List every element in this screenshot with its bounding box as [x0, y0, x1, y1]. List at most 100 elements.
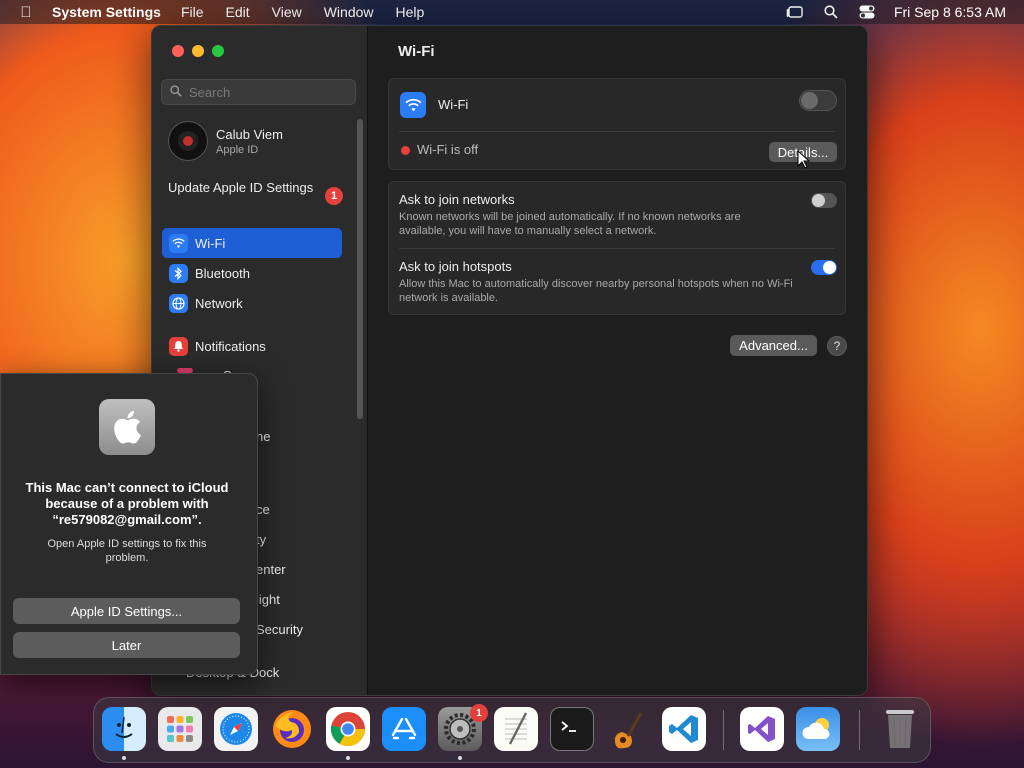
- menu-app-name[interactable]: System Settings: [52, 4, 161, 20]
- wifi-status: Wi-Fi is off: [417, 142, 479, 157]
- running-indicator: [346, 756, 350, 760]
- main-content: Wi-Fi Wi-Fi Wi-Fi is off Details... Ask …: [368, 26, 867, 695]
- sidebar-item-notifications[interactable]: Notifications: [162, 331, 342, 361]
- minimize-window-button[interactable]: [192, 45, 204, 57]
- notification-badge: 1: [325, 187, 343, 205]
- dock-separator: [723, 710, 724, 750]
- finder-icon: [115, 716, 133, 738]
- visual-studio-icon: [748, 716, 775, 742]
- wifi-icon: [169, 233, 188, 253]
- apple-id-settings-button[interactable]: Apple ID Settings...: [13, 598, 240, 624]
- safari-icon: [220, 713, 252, 745]
- dock-terminal[interactable]: [550, 707, 594, 751]
- dock-trash[interactable]: [878, 707, 922, 751]
- menu-file[interactable]: File: [181, 4, 204, 20]
- later-button[interactable]: Later: [13, 632, 240, 658]
- sidebar-item-label: Bluetooth: [195, 265, 250, 281]
- sidebar-item-partial-2[interactable]: ce: [256, 502, 270, 517]
- help-button[interactable]: ?: [827, 336, 847, 356]
- menu-edit[interactable]: Edit: [226, 4, 250, 20]
- trash-icon: [886, 710, 914, 748]
- close-window-button[interactable]: [172, 45, 184, 57]
- dock-safari[interactable]: [214, 707, 258, 751]
- dock-launchpad[interactable]: [158, 707, 202, 751]
- search-icon: [165, 84, 187, 100]
- mouse-cursor-icon: [797, 150, 811, 169]
- sidebar-item-partial-4[interactable]: enter: [256, 562, 286, 577]
- menu-help[interactable]: Help: [396, 4, 425, 20]
- page-title: Wi-Fi: [398, 43, 435, 60]
- ask-hotspots-toggle[interactable]: [811, 260, 837, 275]
- wifi-panel: Wi-Fi Wi-Fi is off Details...: [388, 78, 846, 170]
- ask-networks-toggle[interactable]: [811, 193, 837, 208]
- sidebar-item-wifi[interactable]: Wi-Fi: [162, 228, 342, 258]
- vscode-icon: [669, 715, 698, 743]
- dock-vscode[interactable]: [662, 707, 706, 751]
- bluetooth-icon: [169, 263, 188, 283]
- search-field[interactable]: [161, 79, 356, 105]
- dock-chrome[interactable]: [326, 707, 370, 751]
- bell-icon: [169, 336, 188, 356]
- dock-textedit[interactable]: [494, 707, 538, 751]
- divider: [399, 131, 835, 132]
- launchpad-icon: [167, 716, 193, 742]
- apple-menu-icon[interactable]: : [0, 4, 52, 21]
- running-indicator: [122, 756, 126, 760]
- wifi-icon: [400, 92, 426, 118]
- menu-bar:  System Settings File Edit View Window …: [0, 0, 1024, 24]
- guitar-icon: [614, 712, 643, 749]
- menu-window[interactable]: Window: [324, 4, 374, 20]
- dialog-title: This Mac can’t connect to iCloud because…: [25, 480, 229, 527]
- firefox-icon: [273, 710, 311, 748]
- chrome-icon: [330, 712, 365, 746]
- sidebar-item-label: Network: [195, 295, 243, 311]
- sidebar-scrollbar[interactable]: [357, 119, 363, 419]
- spotlight-search-icon[interactable]: [822, 5, 840, 19]
- app-store-icon: [391, 717, 417, 740]
- dock-firefox[interactable]: [270, 707, 314, 751]
- ask-hotspots-title: Ask to join hotspots: [399, 259, 512, 274]
- sidebar-item-partial-5[interactable]: light: [256, 592, 280, 607]
- update-apple-id-item[interactable]: Update Apple ID Settings 1: [168, 180, 343, 205]
- search-input[interactable]: [187, 83, 351, 101]
- dialog-message: Open Apple ID settings to fix this probl…: [47, 538, 207, 564]
- stage-manager-icon[interactable]: [786, 5, 804, 19]
- dock-system-settings[interactable]: 1: [438, 704, 488, 751]
- apple-logo-icon: [99, 399, 155, 455]
- dock-notification-badge: 1: [470, 704, 488, 722]
- advanced-button[interactable]: Advanced...: [730, 335, 817, 356]
- divider: [399, 248, 835, 249]
- control-center-icon[interactable]: [858, 5, 876, 19]
- terminal-icon: [561, 721, 576, 732]
- menu-view[interactable]: View: [272, 4, 302, 20]
- sidebar-item-network[interactable]: Network: [162, 288, 342, 318]
- sidebar-item-label: Wi-Fi: [195, 235, 226, 251]
- weather-icon: [802, 718, 830, 739]
- dock-separator: [859, 710, 860, 750]
- menu-clock[interactable]: Fri Sep 8 6:53 AM: [894, 4, 1006, 20]
- wifi-label: Wi-Fi: [438, 97, 469, 112]
- sidebar-item-bluetooth[interactable]: Bluetooth: [162, 258, 342, 288]
- system-settings-window: Calub Viem Apple ID Update Apple ID Sett…: [151, 25, 868, 696]
- sidebar-item-partial-6[interactable]: Security: [256, 622, 303, 637]
- wifi-toggle[interactable]: [799, 90, 837, 111]
- sidebar-item-label: Notifications: [195, 338, 266, 354]
- apple-id-account[interactable]: Calub Viem Apple ID: [168, 121, 283, 161]
- sidebar-item-partial-1[interactable]: ne: [256, 429, 270, 444]
- zoom-window-button[interactable]: [212, 45, 224, 57]
- dock-app-store[interactable]: [382, 707, 426, 751]
- textedit-icon: [505, 712, 528, 745]
- dock-finder[interactable]: [102, 707, 146, 751]
- icloud-error-dialog: This Mac can’t connect to iCloud because…: [0, 373, 258, 675]
- dock-garageband[interactable]: [606, 707, 650, 751]
- dock-weather[interactable]: [796, 707, 840, 751]
- running-indicator: [458, 756, 462, 760]
- globe-icon: [169, 293, 188, 313]
- status-dot-icon: [401, 146, 410, 155]
- dock-visual-studio[interactable]: [740, 707, 784, 751]
- ask-networks-title: Ask to join networks: [399, 192, 515, 207]
- ask-networks-desc: Known networks will be joined automatica…: [399, 211, 741, 237]
- ask-hotspots-desc: Allow this Mac to automatically discover…: [399, 278, 793, 304]
- window-controls: [172, 45, 224, 57]
- account-name: Calub Viem: [216, 126, 283, 142]
